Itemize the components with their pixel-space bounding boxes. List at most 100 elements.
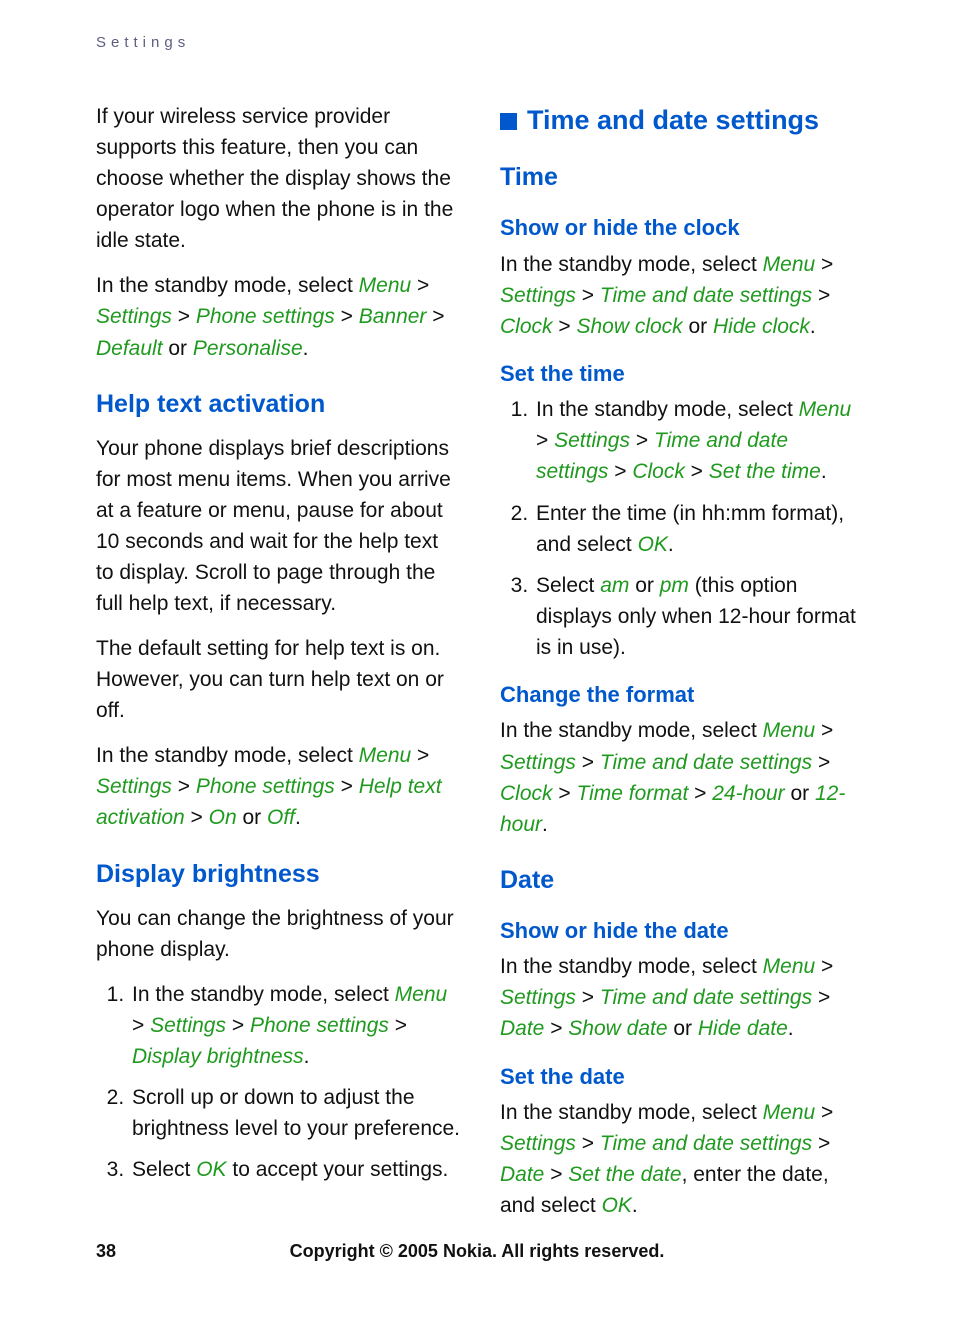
or: or (785, 782, 815, 805)
sep: > (132, 1014, 150, 1037)
menu-path-item: Menu (763, 1101, 816, 1124)
menu-path-item: Time format (576, 782, 688, 805)
period: . (668, 533, 674, 556)
sep: > (172, 775, 196, 798)
sep: > (335, 775, 359, 798)
menu-path-item: OK (602, 1194, 632, 1217)
or: or (668, 1017, 698, 1040)
or: or (163, 337, 193, 360)
text: In the standby mode, select (96, 274, 359, 297)
menu-path-item: Phone settings (196, 775, 335, 798)
text: In the standby mode, select (96, 744, 359, 767)
menu-path-item: Settings (500, 986, 576, 1009)
menu-path-item: Settings (554, 429, 630, 452)
menu-path-item: Off (267, 806, 295, 829)
menu-path-item: Time and date settings (600, 284, 812, 307)
menu-path-item: Set the time (709, 460, 821, 483)
heading-show-hide-clock: Show or hide the clock (500, 212, 864, 245)
sep: > (812, 284, 830, 307)
sep: > (553, 315, 577, 338)
sep: > (411, 274, 429, 297)
sep: > (815, 1101, 833, 1124)
menu-path-item: Time and date settings (600, 986, 812, 1009)
heading-change-format: Change the format (500, 679, 864, 712)
sep: > (553, 782, 577, 805)
menu-path-item: Menu (395, 983, 448, 1006)
heading-date: Date (500, 862, 864, 899)
menu-path-item: Phone settings (250, 1014, 389, 1037)
menu-path-item: Settings (150, 1014, 226, 1037)
format-path: In the standby mode, select Menu > Setti… (500, 715, 864, 839)
text: Enter the time (in hh:mm format), and se… (536, 502, 844, 556)
menu-path-item: Time and date settings (600, 1132, 812, 1155)
help-path: In the standby mode, select Menu > Setti… (96, 740, 460, 833)
sep: > (688, 782, 712, 805)
text: In the standby mode, select (500, 1101, 763, 1124)
menu-path-item: Date (500, 1017, 544, 1040)
menu-path-item: OK (196, 1158, 226, 1181)
sep: > (172, 305, 196, 328)
sep: > (815, 955, 833, 978)
menu-path-item: Settings (500, 751, 576, 774)
square-bullet-icon (500, 113, 517, 130)
copyright-text: Copyright © 2005 Nokia. All rights reser… (0, 1241, 954, 1262)
or: or (237, 806, 267, 829)
list-item: Scroll up or down to adjust the brightne… (130, 1082, 460, 1144)
text: In the standby mode, select (500, 719, 763, 742)
heading-text: Time and date settings (527, 101, 819, 141)
menu-path-item: Menu (763, 253, 816, 276)
menu-path-item: Settings (96, 305, 172, 328)
menu-path-item: On (209, 806, 237, 829)
menu-path-item: pm (660, 574, 689, 597)
sep: > (685, 460, 709, 483)
period: . (632, 1194, 638, 1217)
sep: > (335, 305, 359, 328)
period: . (303, 337, 309, 360)
sep: > (426, 305, 444, 328)
menu-path-item: Date (500, 1163, 544, 1186)
sep: > (630, 429, 654, 452)
heading-set-the-time: Set the time (500, 358, 864, 391)
set-time-steps: In the standby mode, select Menu > Setti… (500, 394, 864, 663)
sep: > (226, 1014, 250, 1037)
menu-path-item: Time and date settings (600, 751, 812, 774)
text: In the standby mode, select (500, 955, 763, 978)
menu-path-item: OK (638, 533, 668, 556)
manual-page: Settings If your wireless service provid… (0, 0, 954, 1322)
sep: > (815, 253, 833, 276)
list-item: In the standby mode, select Menu > Setti… (130, 979, 460, 1072)
clock-path: In the standby mode, select Menu > Setti… (500, 249, 864, 342)
sep: > (576, 1132, 600, 1155)
menu-path-item: Show clock (576, 315, 682, 338)
menu-path-item: Menu (359, 744, 412, 767)
operator-logo-path: In the standby mode, select Menu > Setti… (96, 270, 460, 363)
running-head: Settings (96, 34, 864, 51)
menu-path-item: Default (96, 337, 163, 360)
text: Select (132, 1158, 196, 1181)
sep: > (544, 1017, 568, 1040)
sep: > (812, 751, 830, 774)
list-item: In the standby mode, select Menu > Setti… (534, 394, 864, 487)
sep: > (815, 719, 833, 742)
operator-logo-para: If your wireless service provider suppor… (96, 101, 460, 256)
list-item: Enter the time (in hh:mm format), and se… (534, 498, 864, 560)
left-column: If your wireless service provider suppor… (96, 101, 460, 1235)
period: . (810, 315, 816, 338)
menu-path-item: Hide clock (713, 315, 810, 338)
period: . (821, 460, 827, 483)
heading-set-the-date: Set the date (500, 1061, 864, 1094)
sep: > (536, 429, 554, 452)
menu-path-item: Set the date (568, 1163, 681, 1186)
sep: > (411, 744, 429, 767)
page-footer: 38 Copyright © 2005 Nokia. All rights re… (0, 1241, 954, 1262)
menu-path-item: Personalise (193, 337, 303, 360)
or: or (683, 315, 713, 338)
list-item: Select OK to accept your settings. (130, 1154, 460, 1185)
sep: > (576, 284, 600, 307)
sep: > (389, 1014, 407, 1037)
sep: > (608, 460, 632, 483)
text: In the standby mode, select (536, 398, 799, 421)
menu-path-item: Settings (96, 775, 172, 798)
menu-path-item: Clock (500, 315, 553, 338)
menu-path-item: Settings (500, 284, 576, 307)
